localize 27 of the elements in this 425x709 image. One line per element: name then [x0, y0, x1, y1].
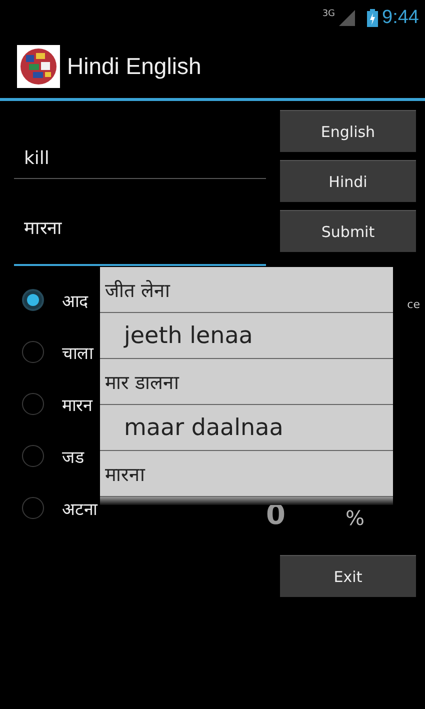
partial-label: ce	[407, 298, 420, 313]
radio-button[interactable]	[22, 497, 44, 519]
suggestion-item[interactable]: जीत लेना	[100, 267, 393, 313]
radio-label: आद	[62, 290, 88, 312]
percent-sign: %	[345, 506, 364, 530]
language-button[interactable]: English	[280, 110, 416, 152]
language-button[interactable]: Hindi	[280, 160, 416, 202]
radio-button[interactable]	[22, 445, 44, 467]
globe-icon	[17, 45, 60, 88]
radio-button[interactable]	[22, 341, 44, 363]
signal-icon	[339, 10, 356, 26]
radio-button[interactable]	[22, 393, 44, 415]
radio-label: अटना	[62, 498, 97, 520]
radio-label: चाला	[62, 342, 93, 364]
radio-label: मारन	[62, 394, 92, 416]
radio-button[interactable]	[22, 289, 44, 311]
suggestion-item[interactable]: maar daalnaa	[100, 405, 393, 451]
language-button[interactable]: Submit	[280, 210, 416, 252]
battery-icon	[367, 8, 378, 26]
network-type: 3G	[322, 9, 336, 19]
suggestion-item[interactable]: jeeth lenaa	[100, 313, 393, 359]
app-title: Hindi English	[67, 53, 202, 80]
text-field[interactable]: kill	[14, 121, 266, 179]
exit-button[interactable]: Exit	[280, 555, 416, 597]
radio-label: जड	[62, 446, 84, 468]
clock: 9:44	[382, 6, 419, 28]
suggestion-item[interactable]: मार डालना	[100, 359, 393, 405]
